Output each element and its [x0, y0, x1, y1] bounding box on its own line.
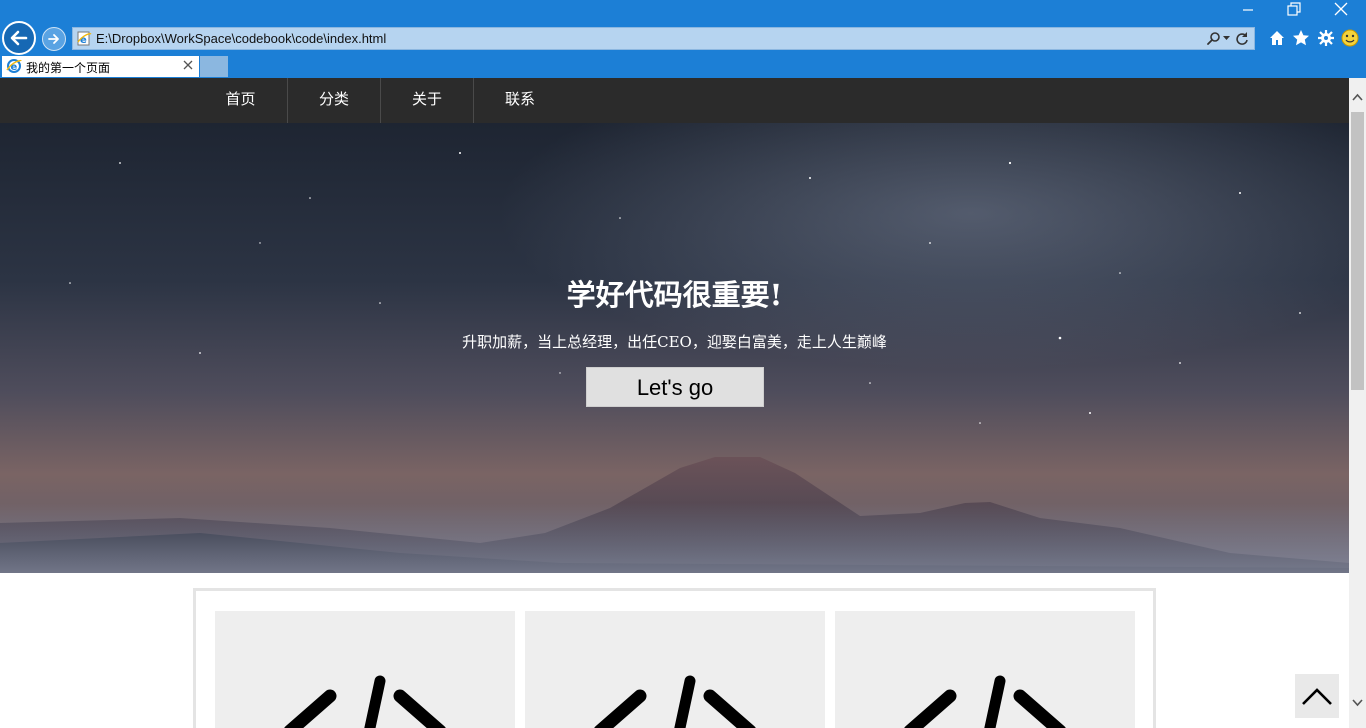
forward-button[interactable]	[42, 27, 66, 51]
tab-close-icon[interactable]	[183, 60, 193, 70]
nav-item-about[interactable]: 关于	[381, 78, 473, 123]
hero-subtitle: 升职加薪，当上总经理，出任CEO，迎娶白富美，走上人生巅峰	[462, 333, 887, 351]
card[interactable]	[525, 611, 825, 728]
back-to-top-button[interactable]	[1295, 674, 1339, 718]
code-icon	[904, 675, 1066, 728]
refresh-icon[interactable]	[1235, 31, 1249, 45]
browser-titlebar: e E:\Dropbox\WorkSpace\codebook\code\ind…	[0, 0, 1366, 78]
hero-banner: 学好代码很重要! 升职加薪，当上总经理，出任CEO，迎娶白富美，走上人生巅峰 L…	[0, 123, 1349, 573]
home-icon[interactable]	[1268, 29, 1286, 47]
address-bar[interactable]: e E:\Dropbox\WorkSpace\codebook\code\ind…	[72, 27, 1255, 50]
card[interactable]	[215, 611, 515, 728]
card[interactable]	[835, 611, 1135, 728]
minimize-icon[interactable]	[1241, 2, 1255, 16]
browser-tab[interactable]: e 我的第一个页面	[2, 56, 199, 77]
close-icon[interactable]	[1333, 1, 1349, 17]
site-navbar: 首页 分类 关于 联系	[0, 78, 1349, 123]
back-arrow-icon	[10, 30, 28, 46]
lets-go-button[interactable]: Let's go	[586, 367, 764, 407]
scroll-down-icon[interactable]	[1349, 696, 1366, 710]
tab-title: 我的第一个页面	[26, 61, 111, 75]
ie-favicon-icon: e	[77, 31, 92, 46]
scrollbar-thumb[interactable]	[1351, 112, 1364, 390]
dropdown-icon[interactable]	[1223, 36, 1230, 41]
search-icon[interactable]	[1207, 31, 1221, 45]
ie-favicon-icon: e	[6, 59, 22, 73]
hero-title: 学好代码很重要!	[566, 278, 783, 312]
new-tab-button[interactable]	[200, 56, 228, 77]
code-icon	[284, 675, 446, 728]
vertical-scrollbar[interactable]	[1349, 78, 1366, 728]
smiley-icon[interactable]	[1341, 29, 1359, 47]
forward-arrow-icon	[48, 34, 59, 44]
cards-section	[193, 588, 1156, 728]
code-icon	[594, 675, 756, 728]
restore-icon[interactable]	[1286, 1, 1302, 17]
nav-item-home[interactable]: 首页	[194, 78, 287, 123]
scroll-up-icon[interactable]	[1349, 90, 1366, 104]
chevron-up-icon	[1302, 688, 1332, 705]
back-button[interactable]	[2, 21, 36, 55]
nav-item-category[interactable]: 分类	[288, 78, 380, 123]
gear-icon[interactable]	[1317, 29, 1335, 47]
star-icon[interactable]	[1292, 29, 1310, 47]
nav-item-contact[interactable]: 联系	[474, 78, 566, 123]
address-text[interactable]: E:\Dropbox\WorkSpace\codebook\code\index…	[96, 31, 386, 46]
page-viewport: 首页 分类 关于 联系 学好代码很重要! 升职加薪，当上总经理，出任CEO，迎娶…	[0, 78, 1349, 728]
